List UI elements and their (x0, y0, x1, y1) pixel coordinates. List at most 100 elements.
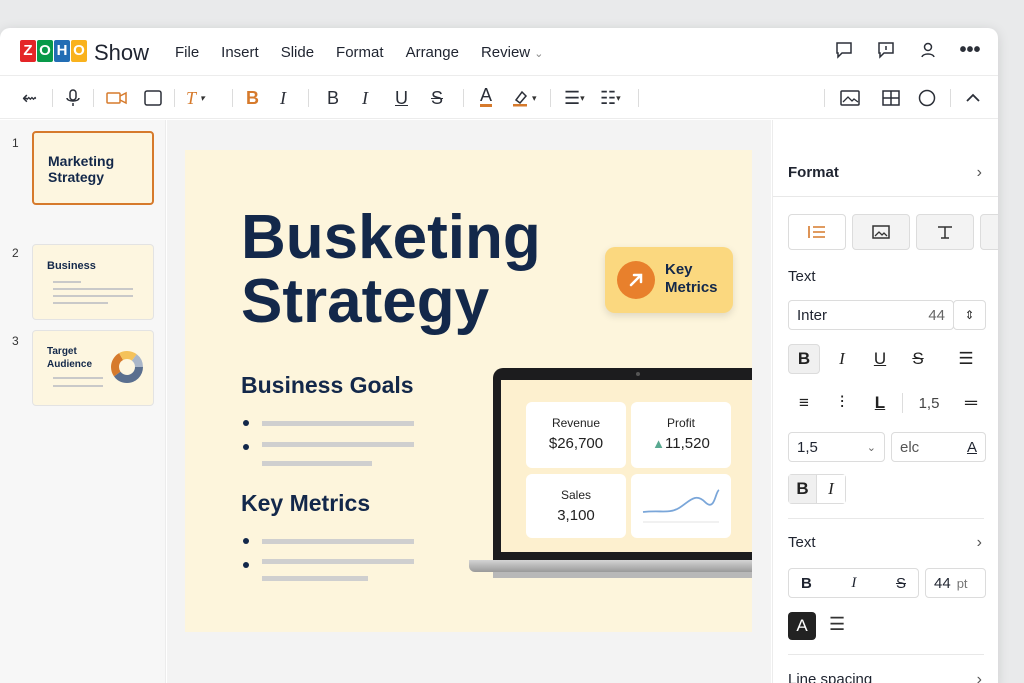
italic-button[interactable]: I (817, 475, 845, 503)
video-icon[interactable] (106, 87, 128, 109)
metric-label: Revenue (551, 416, 601, 430)
menu-slide[interactable]: Slide (281, 44, 314, 61)
thumb-line (53, 385, 103, 387)
app-window: Z O H O Show File Insert Slide Format Ar… (0, 28, 998, 683)
thumb-line (53, 288, 133, 290)
menu-insert[interactable]: Insert (221, 44, 259, 61)
align-left-icon[interactable]: ≡ (788, 388, 820, 418)
bold-icon[interactable]: B (327, 87, 339, 109)
user-icon[interactable] (918, 40, 938, 60)
key-metrics-badge[interactable]: Key Metrics (605, 247, 733, 313)
badge-line: Metrics (665, 279, 718, 296)
underline-button[interactable]: U (864, 344, 896, 374)
underline-icon[interactable]: U (395, 87, 408, 109)
badge-line: Key (665, 261, 693, 278)
slide[interactable]: Busketing Strategy Business Goals Key Me… (185, 150, 752, 632)
line-spacing-icon[interactable]: ═ (955, 388, 987, 418)
thumb-title: Marketing Strategy (48, 153, 114, 185)
font-size-value: 44 (934, 574, 951, 592)
font-size-field[interactable]: 44 pt (925, 568, 986, 598)
placeholder-line (262, 442, 414, 447)
highlight-icon[interactable]: ▾ (512, 87, 537, 109)
feedback-icon[interactable] (876, 40, 896, 60)
more-icon[interactable]: ••• (960, 39, 981, 61)
italic-icon[interactable]: I (280, 87, 286, 109)
slide-thumb-2[interactable]: Business (32, 244, 154, 320)
menu-format[interactable]: Format (336, 44, 384, 61)
text-input-value: elc (900, 438, 920, 456)
justify-icon[interactable]: ☰ (829, 614, 845, 635)
divider (773, 196, 998, 197)
strikethrough-icon[interactable]: S (431, 87, 443, 109)
text-style-row: B I U S ☰ (788, 344, 982, 374)
bold-button[interactable]: B (789, 475, 817, 503)
placeholder-line (262, 576, 368, 581)
chevron-up-icon[interactable] (966, 87, 980, 109)
bullet (243, 562, 249, 568)
bold-button[interactable]: B (788, 344, 820, 374)
toolbar: ⇜ T ▾ B I B I U S A ▾ ☰ ▾ ☷ ▾ (0, 77, 998, 119)
image-icon[interactable] (840, 87, 860, 109)
shape-icon[interactable] (144, 87, 162, 109)
text-style-group: B I S (788, 568, 919, 598)
font-size-stepper[interactable]: ⇕ (953, 300, 986, 330)
text-input[interactable]: elc A (891, 432, 986, 462)
slide-thumb-1[interactable]: Marketing Strategy (32, 131, 154, 205)
list-icon[interactable]: ☷ ▾ (600, 87, 621, 109)
undo-icon[interactable]: ⇜ (22, 87, 37, 109)
text-color-icon[interactable]: A (788, 612, 816, 640)
section-heading[interactable]: Business Goals (241, 372, 414, 399)
menu-review[interactable]: Review ⌄ (481, 44, 544, 61)
tab-image-format[interactable] (852, 214, 910, 250)
trend-card (631, 474, 731, 538)
align-center-icon[interactable]: ⫶ (826, 388, 858, 418)
bold-icon[interactable]: B (801, 575, 812, 592)
align-bottom-icon[interactable]: L (864, 388, 896, 418)
font-name: Inter (797, 306, 828, 324)
line-spacing-title[interactable]: Line spacing (788, 671, 872, 683)
section-heading[interactable]: Key Metrics (241, 490, 370, 517)
tab-shape-format[interactable] (916, 214, 974, 250)
strikethrough-icon[interactable]: S (896, 575, 906, 592)
chevron-down-icon: ⌄ (866, 441, 876, 454)
italic-icon[interactable]: I (362, 87, 368, 109)
list-icon[interactable]: ☰ (950, 344, 982, 374)
format-tabs (788, 214, 998, 250)
font-family-select[interactable]: Inter 44 (788, 300, 954, 330)
italic-button[interactable]: I (826, 344, 858, 374)
spacing-value[interactable]: 1,5 (909, 388, 949, 418)
slide-number: 2 (12, 246, 19, 260)
text-style-icon[interactable]: T ▾ (186, 87, 205, 109)
font-color-icon[interactable]: A (480, 85, 493, 107)
menu-file[interactable]: File (175, 44, 199, 61)
placeholder-line (262, 461, 372, 466)
chevron-right-icon[interactable]: › (977, 534, 982, 552)
circle-shape-icon[interactable] (918, 87, 936, 109)
menu-review-label: Review (480, 44, 531, 61)
metric-card: Revenue $26,700 (526, 402, 626, 468)
bold-accent-icon[interactable]: B (246, 87, 259, 109)
main-menu: File Insert Slide Format Arrange Review … (175, 44, 544, 61)
microphone-icon[interactable] (66, 87, 80, 109)
tab-more[interactable] (980, 214, 998, 250)
slide-title[interactable]: Busketing Strategy (241, 206, 541, 334)
strikethrough-button[interactable]: S (902, 344, 934, 374)
chevron-down-icon: ⌄ (534, 48, 544, 60)
chevron-right-icon[interactable]: › (977, 164, 982, 182)
tab-text-format[interactable] (788, 214, 846, 250)
thumb-line (53, 295, 133, 297)
comment-icon[interactable] (834, 40, 854, 60)
align-icon[interactable]: ☰ ▾ (564, 87, 585, 109)
slide-thumb-3[interactable]: Target Audience (32, 330, 154, 406)
line-spacing-select[interactable]: 1,5 ⌄ (788, 432, 885, 462)
italic-icon[interactable]: I (851, 575, 856, 592)
slide-title-line: Strategy (241, 267, 490, 336)
slides-panel: 1 Marketing Strategy 2 Business 3 Target… (0, 120, 166, 683)
font-size-unit: pt (956, 575, 968, 591)
table-icon[interactable] (882, 87, 900, 109)
menu-arrange[interactable]: Arrange (406, 44, 459, 61)
format-panel: Format › Text Inter 44 ⇕ B I U S ☰ ≡ ⫶ L… (772, 120, 998, 683)
laptop-display: Revenue $26,700 Profit ▲11,520 Sales 3,1… (501, 372, 752, 552)
bold-italic-toggle: B I (788, 474, 846, 504)
chevron-right-icon[interactable]: › (977, 671, 982, 683)
